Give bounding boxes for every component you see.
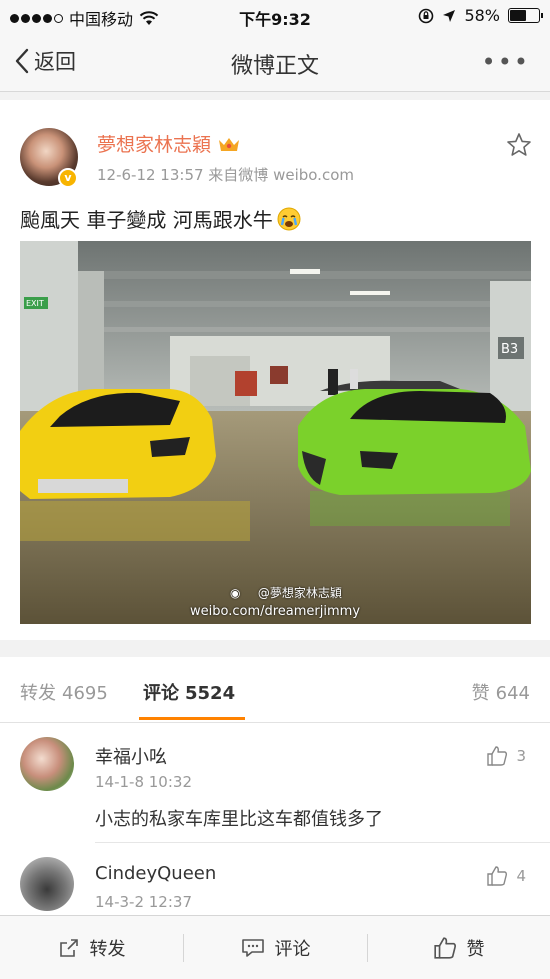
repost-label: 转发 — [89, 939, 126, 960]
author-name-text: 夢想家林志穎 — [97, 134, 212, 156]
comment-label: 评论 — [274, 939, 311, 960]
status-right: 58% — [418, 6, 543, 25]
tab-comment-label: 评论 — [143, 683, 179, 704]
tab-like-label: 赞 — [471, 683, 490, 704]
author-name[interactable]: 夢想家林志穎 — [97, 130, 241, 157]
garage-level-sign: B3 — [501, 342, 518, 357]
battery-percent: 58% — [464, 6, 500, 25]
exit-sign: EXIT — [26, 299, 44, 308]
comment-item[interactable]: 幸福小吆 14-1-8 10:32 小志的私家车库里比这车都值钱多了 3 — [0, 723, 550, 843]
more-options-icon[interactable]: ••• — [482, 50, 530, 74]
post-text-content: 颱風天 車子變成 河馬跟水牛 — [20, 208, 273, 232]
flooded-garage-image: B3 EXIT — [20, 241, 531, 624]
commenter-avatar[interactable] — [20, 857, 74, 911]
comment-time: 14-1-8 10:32 — [95, 773, 192, 791]
status-bar: 中国移动 下午9:32 58% — [0, 0, 550, 34]
comment-icon — [241, 939, 264, 957]
comment-time: 14-3-2 12:37 — [95, 893, 192, 911]
comment-like-count: 3 — [516, 747, 526, 765]
post-photo[interactable]: B3 EXIT ◉ @夢想家林志穎 weibo.com/dreamerjimmy — [20, 241, 531, 624]
weibo-post: v 夢想家林志穎 12-6-12 13:57 来自微博 weibo.com 颱風… — [0, 100, 550, 640]
active-tab-indicator — [139, 717, 245, 720]
crying-face-emoji-icon — [277, 207, 301, 230]
commenter-name[interactable]: 幸福小吆 — [95, 743, 167, 769]
like-label: 赞 — [466, 939, 485, 960]
comment-item[interactable]: CindeyQueen 14-3-2 12:37 4 — [0, 843, 550, 915]
comment-text: 小志的私家车库里比这车都值钱多了 — [95, 809, 383, 830]
comment-list: 幸福小吆 14-1-8 10:32 小志的私家车库里比这车都值钱多了 3 Cin… — [0, 723, 550, 915]
favorite-star-icon[interactable] — [506, 132, 532, 158]
thumbs-up-icon — [487, 866, 508, 886]
commenter-avatar[interactable] — [20, 737, 74, 791]
comment-button[interactable]: 评论 — [184, 916, 367, 979]
orientation-lock-icon — [419, 8, 434, 23]
watermark-handle: ◉ @夢想家林志穎 — [230, 584, 342, 602]
location-arrow-icon — [443, 9, 456, 22]
tab-repost-count: 4695 — [62, 683, 108, 704]
comment-like-button[interactable]: 4 — [486, 865, 526, 887]
page-title: 微博正文 — [230, 54, 319, 79]
post-stats-tabs: 转发 4695 评论 5524 赞 644 — [0, 657, 550, 723]
tab-comment[interactable]: 评论 5524 — [143, 679, 235, 705]
tab-like[interactable]: 赞 644 — [472, 679, 530, 705]
bottom-action-bar: 转发 评论 赞 — [0, 915, 550, 979]
battery-icon — [508, 8, 543, 23]
thumbs-up-icon — [487, 746, 508, 766]
watermark-handle-text: @夢想家林志穎 — [257, 586, 342, 600]
tab-like-count: 644 — [495, 683, 530, 704]
tab-comment-count: 5524 — [185, 683, 236, 704]
tab-repost-label: 转发 — [20, 683, 56, 704]
comment-like-count: 4 — [516, 867, 526, 885]
like-button[interactable]: 赞 — [367, 916, 550, 979]
tab-repost[interactable]: 转发 4695 — [20, 679, 108, 705]
weibo-logo-icon: ◉ — [230, 585, 241, 600]
vip-crown-icon — [219, 137, 240, 151]
thumbs-up-icon — [433, 937, 456, 959]
post-meta: 12-6-12 13:57 来自微博 weibo.com — [97, 166, 354, 184]
navigation-bar: 返回 微博正文 ••• — [0, 34, 550, 92]
verified-badge-icon: v — [58, 168, 78, 188]
comment-like-button[interactable]: 3 — [486, 745, 526, 767]
watermark-url: weibo.com/dreamerjimmy — [190, 604, 361, 619]
commenter-name[interactable]: CindeyQueen — [95, 863, 216, 884]
post-text: 颱風天 車子變成 河馬跟水牛 — [20, 204, 301, 233]
repost-button[interactable]: 转发 — [0, 916, 183, 979]
repost-icon — [59, 939, 78, 957]
